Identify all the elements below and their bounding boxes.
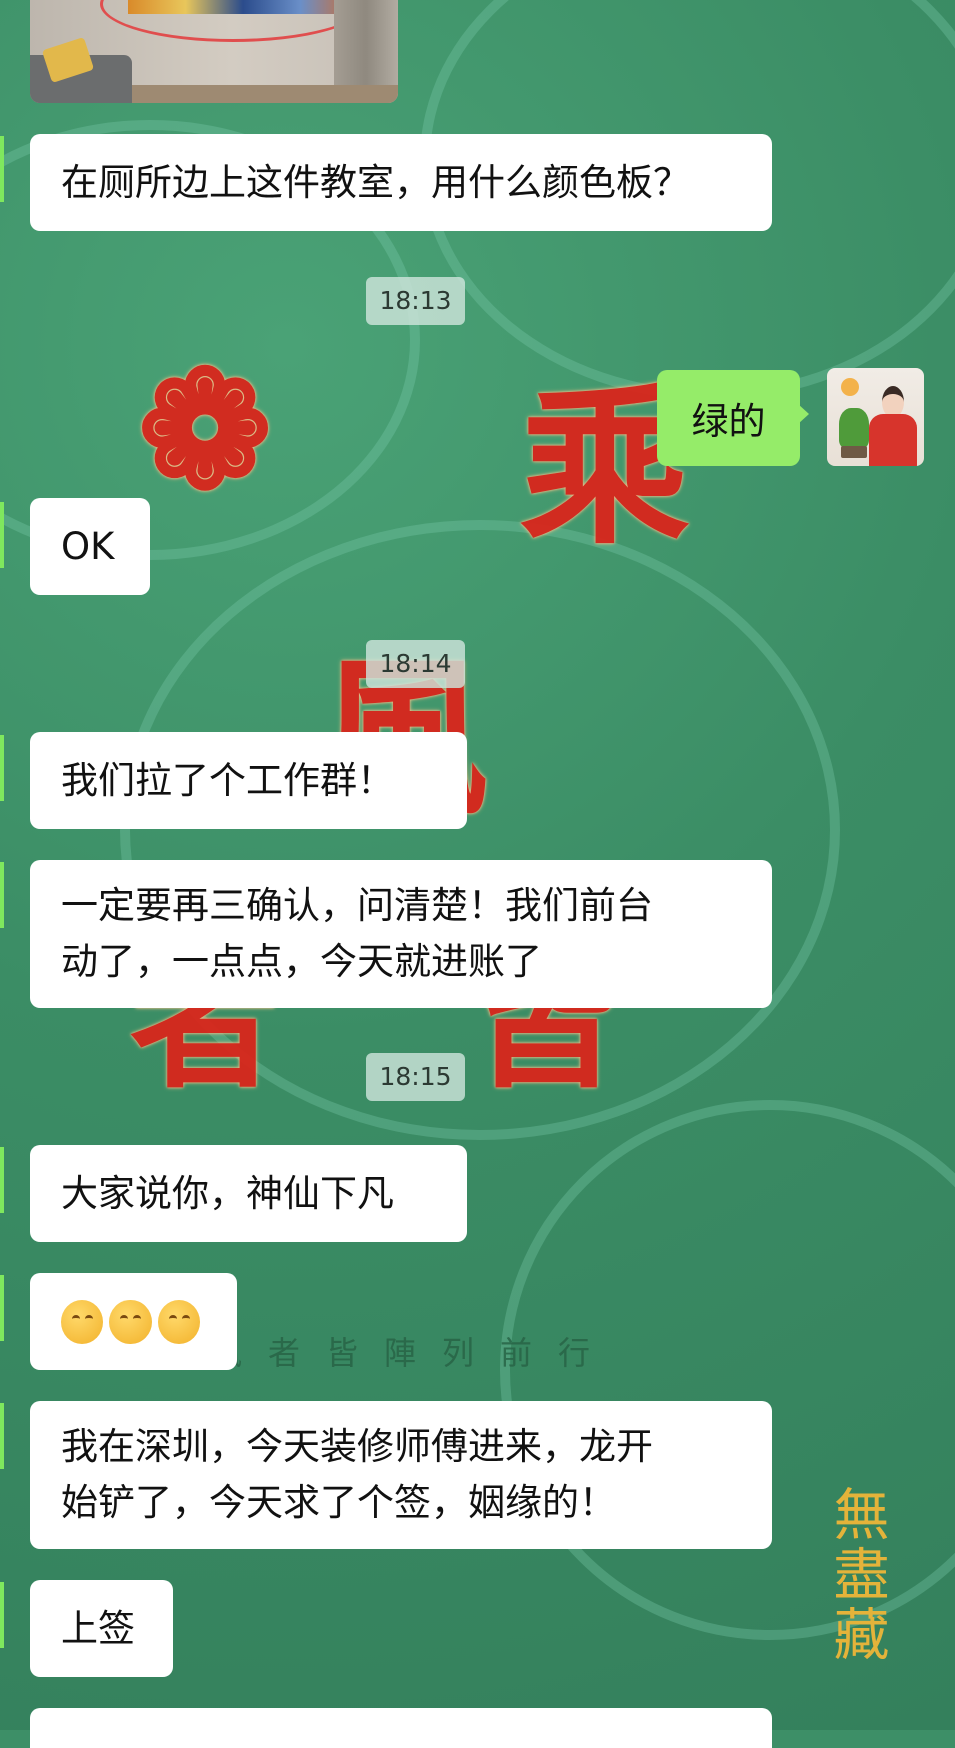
message-text-line-1: 一定要再三确认，问清楚！我们前台 (61, 884, 653, 927)
unread-indicator (0, 1582, 4, 1648)
background-seal: 無盡藏 (824, 1485, 889, 1665)
avatar-pot (841, 446, 867, 458)
thinking-face-icon (61, 1299, 104, 1344)
unread-indicator (0, 735, 4, 801)
thinking-face-icon (109, 1299, 152, 1344)
avatar-person-body (869, 414, 917, 466)
incoming-message-bubble[interactable] (30, 1708, 772, 1748)
message-text: 我们拉了个工作群！ (61, 758, 394, 802)
timestamp-badge: 18:15 (366, 1053, 465, 1101)
incoming-message-bubble[interactable]: 一定要再三确认，问清楚！我们前台 动了，一点点，今天就进账了 (30, 860, 772, 1008)
unread-indicator (0, 1275, 4, 1341)
incoming-message-bubble[interactable]: 在厕所边上这件教室，用什么颜色板？ (30, 134, 772, 231)
incoming-message-bubble[interactable]: 我在深圳，今天装修师傅进来，龙开 始铲了，今天求了个签，姻缘的！ (30, 1401, 772, 1549)
incoming-message-bubble[interactable]: 我们拉了个工作群！ (30, 732, 467, 829)
message-text: 绿的 (691, 400, 766, 443)
timestamp-badge: 18:14 (366, 640, 465, 688)
incoming-message-bubble[interactable]: OK (30, 498, 150, 595)
avatar-sun (841, 378, 859, 396)
avatar-plant (839, 408, 869, 448)
unread-indicator (0, 1147, 4, 1213)
incoming-message-bubble[interactable] (30, 1273, 237, 1370)
message-text: 大家说你，神仙下凡 (61, 1171, 394, 1215)
unread-indicator (0, 136, 4, 202)
outgoing-message-bubble[interactable]: 绿的 (657, 370, 800, 466)
calligraphy-mark: ❁ (138, 336, 273, 524)
incoming-message-bubble[interactable]: 大家说你，神仙下凡 (30, 1145, 467, 1242)
timestamp-badge: 18:13 (366, 277, 465, 325)
incoming-message-bubble[interactable]: 上签 (30, 1580, 173, 1677)
message-text: 在厕所边上这件教室，用什么颜色板？ (61, 160, 690, 204)
outgoing-bubble-tail (798, 404, 809, 424)
message-text-line-2: 动了，一点点，今天就进账了 (61, 940, 542, 983)
message-text-line-2: 始铲了，今天求了个签，姻缘的！ (61, 1481, 616, 1524)
thinking-face-icon (157, 1299, 200, 1344)
unread-indicator (0, 862, 4, 928)
image-message[interactable] (30, 0, 398, 103)
message-text: OK (61, 524, 115, 568)
photo-red-circle-annotation (100, 0, 366, 42)
avatar[interactable] (827, 368, 924, 466)
unread-indicator (0, 1403, 4, 1469)
message-text-line-1: 我在深圳，今天装修师傅进来，龙开 (61, 1425, 653, 1468)
unread-indicator (0, 502, 4, 568)
message-text: 上签 (61, 1606, 135, 1650)
